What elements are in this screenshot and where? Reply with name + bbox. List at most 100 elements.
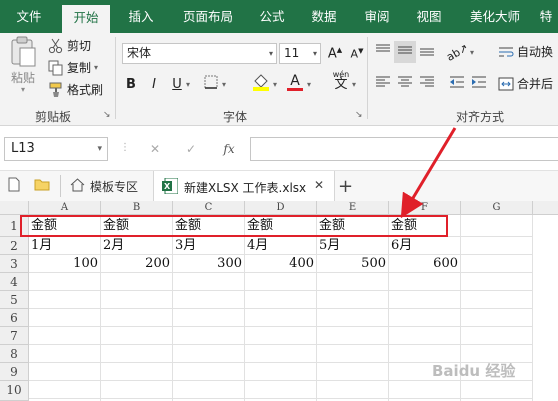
table-cell[interactable]: 金额 <box>173 215 245 237</box>
chevron-down-icon: ▾ <box>273 80 278 89</box>
cancel-entry-button[interactable]: ✕ <box>140 137 170 161</box>
fill-color-button[interactable] <box>250 73 272 95</box>
row-header[interactable]: 6 <box>0 309 29 327</box>
column-header[interactable]: C <box>173 201 245 215</box>
tab-data[interactable]: 数据 <box>300 0 348 33</box>
new-document-button[interactable] <box>8 171 20 201</box>
table-cell[interactable]: 200 <box>101 255 173 273</box>
table-cell[interactable]: 4月 <box>245 237 317 255</box>
table-cell[interactable]: 400 <box>245 255 317 273</box>
row-header[interactable]: 2 <box>0 237 29 255</box>
table-cell[interactable] <box>461 255 533 273</box>
column-header[interactable]: A <box>29 201 101 215</box>
tab-more[interactable]: 特 <box>534 0 558 33</box>
column-header[interactable]: E <box>317 201 389 215</box>
enter-entry-button[interactable]: ✓ <box>176 137 206 161</box>
tab-page-layout[interactable]: 页面布局 <box>172 0 244 33</box>
clipboard-group-label: 剪贴板 <box>34 110 71 124</box>
excel-file-icon: X <box>162 177 179 197</box>
tab-insert[interactable]: 插入 <box>116 0 166 33</box>
empty-cells-area[interactable] <box>29 273 533 401</box>
font-group-label: 字体 <box>222 110 247 124</box>
active-file-name: 新建XLSX 工作表.xlsx <box>184 181 307 195</box>
table-cell[interactable] <box>461 237 533 255</box>
table-cell[interactable]: 3月 <box>173 237 245 255</box>
row-header[interactable]: 3 <box>0 255 29 273</box>
font-color-button[interactable]: A <box>284 71 306 93</box>
name-box[interactable]: L13 ▾ <box>4 137 108 161</box>
close-tab-icon[interactable]: ✕ <box>314 178 324 192</box>
table-cell[interactable]: 5月 <box>317 237 389 255</box>
column-header[interactable]: D <box>245 201 317 215</box>
increase-font-size-button[interactable]: A▲ <box>324 43 346 65</box>
tab-home[interactable]: 开始 <box>62 5 110 33</box>
phonetic-guide-button[interactable]: wén 文 <box>330 69 352 91</box>
font-size-select[interactable]: 11 ▾ <box>279 43 321 64</box>
copy-button[interactable]: 复制 ▾ <box>48 59 98 76</box>
row-header[interactable]: 10 <box>0 381 29 401</box>
font-name-select[interactable]: 宋体 ▾ <box>122 43 277 64</box>
underline-button[interactable]: U <box>166 73 188 95</box>
align-top-button[interactable] <box>372 41 394 63</box>
table-cell[interactable]: 金额 <box>389 215 461 237</box>
add-tab-button[interactable]: + <box>338 171 353 201</box>
table-cell[interactable]: 金额 <box>101 215 173 237</box>
decrease-indent-button[interactable] <box>446 73 468 95</box>
row-header[interactable]: 7 <box>0 327 29 345</box>
table-cell[interactable]: 500 <box>317 255 389 273</box>
dialog-launcher-icon[interactable]: ↘ <box>355 110 363 120</box>
paste-button[interactable]: 粘贴 ▾ <box>8 36 38 94</box>
row-header[interactable]: 4 <box>0 273 29 291</box>
tab-file[interactable]: 文件 <box>4 0 54 33</box>
formula-input[interactable] <box>250 137 558 161</box>
merge-center-button[interactable]: 合并后 <box>498 75 553 92</box>
row-header[interactable]: 8 <box>0 345 29 363</box>
orientation-button[interactable]: ab↗ <box>444 41 470 64</box>
table-cell[interactable]: 金额 <box>245 215 317 237</box>
column-header[interactable]: B <box>101 201 173 215</box>
align-bottom-icon <box>419 43 435 61</box>
column-header[interactable]: F <box>389 201 461 215</box>
table-cell[interactable]: 2月 <box>101 237 173 255</box>
align-middle-button[interactable] <box>394 41 416 63</box>
table-cell[interactable]: 600 <box>389 255 461 273</box>
bold-button[interactable]: B <box>120 73 142 95</box>
cut-button[interactable]: 剪切 <box>48 37 91 54</box>
align-center-button[interactable] <box>394 73 416 95</box>
table-cell[interactable]: 100 <box>29 255 101 273</box>
table-cell[interactable]: 300 <box>173 255 245 273</box>
row-header[interactable]: 1 <box>0 215 29 237</box>
tab-beautify-master[interactable]: 美化大师 <box>458 0 532 33</box>
table-cell[interactable] <box>461 215 533 237</box>
template-zone-tab[interactable]: 模板专区 <box>70 171 138 201</box>
row-header[interactable]: 9 <box>0 363 29 381</box>
tab-review[interactable]: 审阅 <box>354 0 400 33</box>
active-file-tab[interactable]: X 新建XLSX 工作表.xlsx ✕ <box>153 171 335 201</box>
font-color-swatch <box>287 87 303 91</box>
decrease-font-size-button[interactable]: A▼ <box>346 43 368 65</box>
dialog-launcher-icon[interactable]: ↘ <box>103 110 111 120</box>
name-box-value: L13 <box>11 141 35 156</box>
group-divider <box>115 37 116 119</box>
table-cell[interactable]: 1月 <box>29 237 101 255</box>
document-icon <box>8 177 20 195</box>
table-cell[interactable]: 金额 <box>29 215 101 237</box>
tab-formulas[interactable]: 公式 <box>250 0 294 33</box>
insert-function-button[interactable]: fx <box>214 137 244 161</box>
format-painter-button[interactable]: 格式刷 <box>48 81 103 98</box>
align-right-button[interactable] <box>416 73 438 95</box>
wrap-text-button[interactable]: 自动换 <box>498 43 553 60</box>
open-folder-button[interactable] <box>34 171 50 201</box>
row-header[interactable]: 5 <box>0 291 29 309</box>
align-left-button[interactable] <box>372 73 394 95</box>
paste-label: 粘贴 <box>10 71 35 85</box>
column-header[interactable]: G <box>461 201 533 215</box>
borders-button[interactable] <box>200 73 222 95</box>
select-all-corner[interactable] <box>0 201 29 215</box>
table-cell[interactable]: 金额 <box>317 215 389 237</box>
align-bottom-button[interactable] <box>416 41 438 63</box>
tab-view[interactable]: 视图 <box>406 0 452 33</box>
table-cell[interactable]: 6月 <box>389 237 461 255</box>
italic-button[interactable]: I <box>143 73 165 95</box>
increase-indent-button[interactable] <box>468 73 490 95</box>
